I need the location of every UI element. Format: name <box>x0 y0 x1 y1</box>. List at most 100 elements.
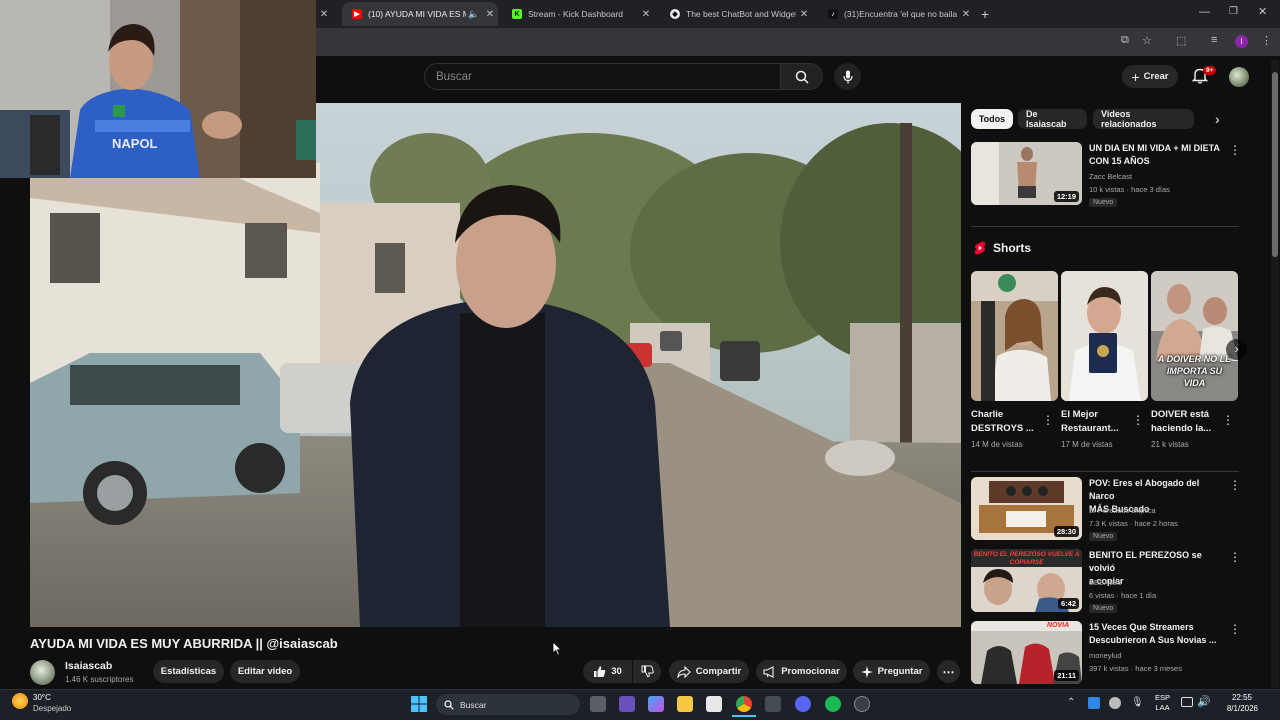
tray-app-icon[interactable] <box>1088 697 1100 709</box>
close-icon[interactable]: ✕ <box>638 9 654 20</box>
new-tab-button[interactable]: + <box>981 6 989 22</box>
video-channel[interactable]: Zacc Belcast <box>1089 172 1132 181</box>
search-icon <box>444 699 454 710</box>
short-title[interactable]: El Mejor Restaurant... <box>1061 408 1137 436</box>
microphone-icon[interactable]: 🎙 <box>1131 697 1144 708</box>
discord-icon[interactable] <box>795 696 811 712</box>
short-title[interactable]: DOIVER está haciendo la... <box>1151 408 1227 436</box>
more-vertical-icon[interactable]: ⋮ <box>1229 479 1241 491</box>
close-icon[interactable]: ✕ <box>958 9 974 20</box>
close-icon[interactable]: ✕ <box>482 9 498 20</box>
screenshot-tool-icon[interactable] <box>765 696 781 712</box>
video-channel[interactable]: moneylud <box>1089 651 1122 660</box>
video-channel[interactable]: El Perezoso Explica <box>1089 506 1156 515</box>
video-title[interactable]: UN DIA EN MI VIDA + MI DIETA CON 15 AÑOS <box>1089 142 1225 168</box>
tab-tiktok[interactable]: ♪ (31)Encuentra 'el que no baila ✕ <box>818 2 974 26</box>
chips-next-chevron-icon[interactable]: › <box>1215 111 1220 127</box>
title-line: BENITO EL PEREZOSO se volvió <box>1089 550 1202 573</box>
network-icon[interactable] <box>1181 697 1193 707</box>
copilot-icon[interactable] <box>648 696 664 712</box>
short-thumbnail[interactable] <box>971 271 1058 401</box>
chip-from-channel[interactable]: De Isaiascab <box>1018 109 1087 129</box>
clock-time[interactable]: 22:55 <box>1230 693 1252 702</box>
extensions-icon[interactable]: ⬚ <box>1176 34 1186 47</box>
weather-desc[interactable]: Despejado <box>33 704 71 713</box>
active-app-indicator <box>732 715 756 717</box>
ms-store-icon[interactable] <box>706 696 722 712</box>
more-vertical-icon[interactable]: ⋮ <box>1229 551 1241 563</box>
short-overlay-text: A DOIVER NO LE IMPORTA SU VIDA <box>1157 354 1232 388</box>
create-label: Crear <box>1143 71 1169 82</box>
more-actions-button[interactable]: ⋯ <box>937 660 960 683</box>
dislike-button[interactable] <box>633 660 661 683</box>
spotify-icon[interactable] <box>825 696 841 712</box>
video-channel[interactable]: SEBA888 <box>1089 578 1122 587</box>
voice-search-button[interactable] <box>834 63 861 90</box>
close-icon[interactable]: ✕ <box>316 9 332 20</box>
teams-icon[interactable] <box>619 696 635 712</box>
more-vertical-icon[interactable]: ⋮ <box>1042 414 1054 426</box>
short-thumbnail[interactable] <box>1061 271 1148 401</box>
video-title[interactable]: 15 Veces Que Streamers Descubrieron A Sus… <box>1089 621 1225 647</box>
channel-name[interactable]: Isaiascab <box>65 660 112 672</box>
more-vertical-icon[interactable]: ⋮ <box>1222 414 1234 426</box>
obs-icon[interactable] <box>854 696 870 712</box>
title-line: DESTROYS ... <box>971 423 1034 434</box>
search-icon <box>795 70 809 84</box>
tab-kick[interactable]: K Stream - Kick Dashboard ✕ <box>502 2 654 26</box>
task-view-icon[interactable] <box>590 696 606 712</box>
search-input[interactable]: Buscar <box>424 63 781 90</box>
video-player[interactable] <box>30 103 961 627</box>
chrome-menu-icon[interactable]: ⋮ <box>1261 34 1272 47</box>
ask-button[interactable]: Preguntar <box>853 660 930 683</box>
tray-app-icon[interactable] <box>1109 697 1121 709</box>
short-thumbnail[interactable]: A DOIVER NO LE IMPORTA SU VIDA <box>1151 271 1238 401</box>
chip-all[interactable]: Todos <box>971 109 1013 129</box>
account-avatar[interactable] <box>1229 67 1249 87</box>
close-icon[interactable]: ✕ <box>796 9 812 20</box>
promote-button[interactable]: Promocionar <box>756 660 847 683</box>
tab-youtube[interactable]: ▶ (10) AYUDA MI VIDA ES MU 🔈 ✕ <box>342 2 498 26</box>
language-indicator[interactable]: ESP LAA <box>1155 693 1170 713</box>
share-button[interactable]: Compartir <box>669 660 749 683</box>
profile-icon[interactable]: I <box>1235 35 1248 48</box>
media-control-icon[interactable]: ≡ <box>1211 34 1217 46</box>
close-window-icon[interactable]: ✕ <box>1258 5 1267 18</box>
prev-tab-close[interactable]: ✕ <box>316 2 342 26</box>
like-button[interactable]: 30 <box>583 660 632 683</box>
video-thumbnail[interactable]: NOVIA 21:11 <box>971 621 1082 684</box>
short-title[interactable]: Charlie DESTROYS ... <box>971 408 1047 436</box>
file-explorer-icon[interactable] <box>677 696 693 712</box>
speaker-icon[interactable]: 🔈 <box>466 9 482 20</box>
minimize-icon[interactable]: — <box>1199 6 1210 18</box>
webcam-image: NAPOL <box>0 0 316 178</box>
weather-temp[interactable]: 30°C <box>33 693 51 702</box>
taskbar-search[interactable]: Buscar <box>436 694 580 715</box>
restore-icon[interactable]: ❐ <box>1229 6 1238 17</box>
webcam-overlay: NAPOL <box>0 0 316 178</box>
windows-start-icon[interactable] <box>411 696 427 712</box>
weather-sun-icon[interactable] <box>12 693 28 709</box>
shorts-next-chevron-icon[interactable]: › <box>1226 339 1247 360</box>
video-thumbnail[interactable]: BENITO EL PEREZOSO VUELVE A COPIARSE 6:4… <box>971 549 1082 612</box>
create-button[interactable]: + Crear <box>1122 65 1178 88</box>
edit-video-button[interactable]: Editar video <box>230 660 300 683</box>
volume-icon[interactable]: 🔊 <box>1197 695 1211 708</box>
video-meta: 6 vistas · hace 1 día <box>1089 591 1157 600</box>
cast-icon[interactable]: ⧉ <box>1121 34 1129 47</box>
more-vertical-icon[interactable]: ⋮ <box>1229 623 1241 635</box>
clock-date[interactable]: 8/1/2026 <box>1218 704 1258 713</box>
scrollbar-thumb[interactable] <box>1272 72 1278 257</box>
video-thumbnail[interactable]: 28:30 <box>971 477 1082 540</box>
chip-related[interactable]: Videos relacionados <box>1093 109 1194 129</box>
stats-button[interactable]: Estadísticas <box>153 660 224 683</box>
chrome-icon[interactable] <box>736 696 752 712</box>
more-vertical-icon[interactable]: ⋮ <box>1132 414 1144 426</box>
channel-avatar[interactable] <box>30 660 55 685</box>
tray-expand-icon[interactable]: ⌃ <box>1067 697 1075 708</box>
search-button[interactable] <box>781 63 823 90</box>
more-vertical-icon[interactable]: ⋮ <box>1229 144 1241 156</box>
video-thumbnail[interactable]: 12:19 <box>971 142 1082 205</box>
tab-chatbot[interactable]: ◆ The best ChatBot and Widgets ✕ <box>660 2 812 26</box>
bookmark-star-icon[interactable]: ☆ <box>1142 34 1152 47</box>
